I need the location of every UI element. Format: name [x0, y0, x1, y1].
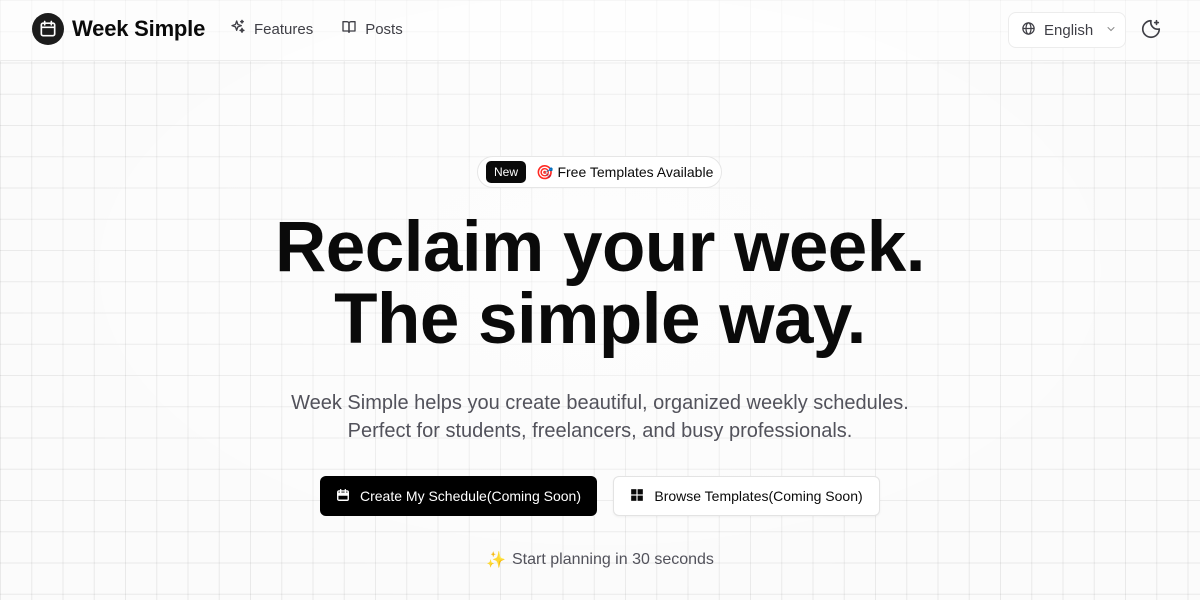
theme-toggle-button[interactable]	[1138, 17, 1164, 43]
language-selected: English	[1044, 21, 1094, 39]
calendar-icon	[336, 488, 350, 505]
grid-icon	[630, 488, 644, 505]
brand-name: Week Simple	[72, 16, 206, 41]
chevron-down-icon	[1105, 22, 1117, 39]
badge-text-group: 🎯 Free Templates Available	[536, 164, 713, 181]
hero-title: Reclaim your week. The simple way.	[0, 212, 1200, 356]
moon-star-icon	[1140, 18, 1162, 43]
hero-subtitle-line-2: Perfect for students, freelancers, and b…	[347, 420, 853, 442]
hero-title-line-1: Reclaim your week.	[274, 208, 926, 287]
top-navbar: Week Simple Features Posts English	[0, 0, 1200, 61]
main-nav: Features Posts	[230, 19, 403, 39]
sparkles-emoji-icon: ✨	[486, 552, 506, 569]
announcement-badge[interactable]: New 🎯 Free Templates Available	[477, 156, 723, 188]
create-schedule-button[interactable]: Create My Schedule(Coming Soon)	[320, 476, 597, 516]
browse-templates-button[interactable]: Browse Templates(Coming Soon)	[613, 476, 880, 516]
new-tag: New	[486, 161, 527, 183]
nav-item-posts[interactable]: Posts	[341, 19, 403, 39]
nav-label-features: Features	[254, 20, 314, 38]
tagline-text: Start planning in 30 seconds	[512, 551, 714, 568]
create-schedule-label: Create My Schedule(Coming Soon)	[360, 488, 581, 504]
book-open-icon	[341, 19, 357, 39]
brand-home-link[interactable]: Week Simple	[32, 13, 205, 45]
language-select[interactable]: English	[1008, 12, 1126, 48]
nav-label-posts: Posts	[365, 20, 403, 38]
sparkles-icon	[230, 19, 246, 39]
nav-item-features[interactable]: Features	[230, 19, 313, 39]
hero-subtitle-line-1: Week Simple helps you create beautiful, …	[291, 392, 909, 414]
badge-text: Free Templates Available	[557, 164, 714, 180]
hero-title-line-2: The simple way.	[334, 280, 866, 359]
hero-subtitle: Week Simple helps you create beautiful, …	[0, 389, 1200, 445]
calendar-logo-icon	[32, 13, 64, 45]
browse-templates-label: Browse Templates(Coming Soon)	[654, 488, 863, 504]
globe-icon	[1021, 21, 1036, 40]
target-emoji-icon: 🎯	[536, 163, 554, 180]
tagline: ✨ Start planning in 30 seconds	[0, 550, 1200, 570]
